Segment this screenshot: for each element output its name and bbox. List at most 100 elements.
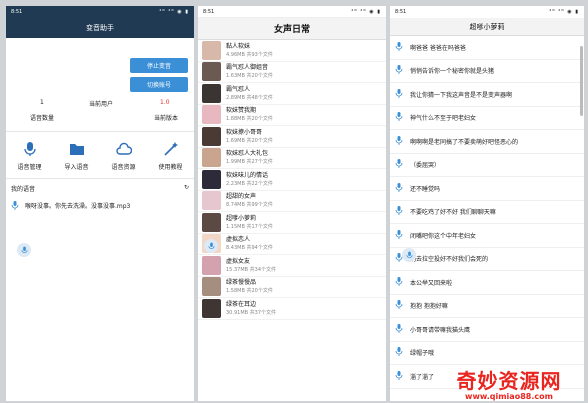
mic-icon [208, 242, 214, 249]
phrase-text: 神气什么不至于吧老妇女 [410, 115, 477, 123]
status-time: 8:51 [395, 9, 407, 15]
pack-meta: 30.91MB 共37个文件 [226, 309, 277, 316]
phrase-list-item[interactable]: 神气什么不至于吧老妇女 [390, 107, 584, 130]
pack-meta: 1.63MB 共20个文件 [226, 73, 273, 80]
floating-mic-button[interactable] [204, 239, 218, 253]
phrase-list-item[interactable]: 我让你猜一下我这声音是不是变声器啊 [390, 83, 584, 107]
phrase-list-item[interactable]: 啊爸爸 爸爸在吗爸爸 [390, 36, 584, 60]
status-bar: 8:51 ⁴ᴳ ⁴ᴳ ◉ ▮ [390, 6, 584, 18]
pack-meta: 15.37MB 共34个文件 [226, 266, 277, 273]
pack-list-item[interactable]: 霸气怼人御姐音 1.63MB 共20个文件 [198, 62, 386, 83]
avatar [202, 83, 221, 103]
page-title: 女声日常 [198, 18, 386, 40]
status-icons: ⁴ᴳ ⁴ᴳ ◉ ▮ [351, 8, 381, 15]
pack-list-item[interactable]: 软妹味儿的情话 2.23MB 共22个文件 [198, 169, 386, 191]
pack-name: 超甜的女声 [226, 193, 257, 201]
app-title: 变音助手 [6, 18, 194, 38]
voice-list-item[interactable]: 喉呀没事。你先去洗澡。没事没事.mp3 [11, 201, 189, 210]
avatar [202, 62, 221, 82]
mic-icon [395, 276, 403, 288]
pack-meta: 1.15MB 共17个文件 [226, 223, 273, 230]
pack-list-item[interactable]: 软妹撩小哥哥 1.69MB 共20个文件 [198, 126, 386, 148]
pack-name: 霸气怼人 [226, 85, 251, 93]
pack-meta: 8.43MB 共94个文件 [226, 245, 273, 252]
phrase-list-item[interactable]: 还不睡觉吗 [390, 177, 584, 201]
mic-icon [395, 370, 403, 382]
phrase-list-item[interactable]: 抱抱 抱抱好嘛 [390, 295, 584, 318]
phrase-text: 本公举又回来啦 [410, 279, 453, 287]
phrase-text: 啊啊啊是老同搞了不要卖萌好吧怪恶心的 [410, 138, 519, 146]
tool-voice-resources[interactable]: 语音资源 [103, 141, 145, 171]
phrase-list-item[interactable]: （委屈哭） [390, 154, 584, 177]
avatar [202, 148, 221, 168]
phrase-list-item[interactable]: 悄悄告诉你一个秘密你就是头猪 [390, 60, 584, 83]
phrase-text: 悄悄告诉你一个秘密你就是头猪 [410, 68, 495, 76]
mic-icon [395, 229, 403, 241]
pack-name: 虚拟恋人 [226, 236, 251, 244]
phrase-list: 啊爸爸 爸爸在吗爸爸悄悄告诉你一个秘密你就是头猪我让你猜一下我这声音是不是变声器… [390, 36, 584, 389]
pack-name: 虚拟女友 [226, 257, 251, 265]
pack-list-item[interactable]: 软妹怼人大礼包 1.99MB 共27个文件 [198, 148, 386, 169]
mic-icon [21, 246, 27, 253]
pack-name: 绿茶在耳边 [226, 300, 257, 308]
pack-list-item[interactable]: 虚拟恋人 8.43MB 共94个文件 [198, 234, 386, 255]
avatar [202, 255, 221, 275]
phrase-text: 我让你猜一下我这声音是不是变声器啊 [410, 91, 513, 99]
pack-list-item[interactable]: 软妹赞我期 1.88MB 共20个文件 [198, 105, 386, 126]
refresh-icon[interactable]: ↻ [184, 184, 189, 193]
pack-meta: 4.96MB 共93个文件 [226, 51, 273, 58]
phrase-list-item[interactable]: 绿帽子哦 [390, 342, 584, 365]
tool-tutorial[interactable]: 使用教程 [150, 141, 192, 171]
tool-voice-manage[interactable]: 语音管理 [9, 141, 51, 171]
pack-list-item[interactable]: 霸气怼人 2.89MB 共48个文件 [198, 83, 386, 105]
status-time: 8:51 [203, 8, 215, 15]
version-label: 当前版本 [154, 115, 179, 122]
mic-icon [395, 135, 403, 147]
scrollbar[interactable] [580, 46, 583, 116]
phrase-list-item[interactable]: 啊啊啊是老同搞了不要卖萌好吧怪恶心的 [390, 130, 584, 154]
mic-icon [395, 300, 403, 311]
phrase-text: 抱抱 抱抱好嘛 [410, 303, 448, 311]
pack-name: 软妹味儿的情话 [226, 171, 269, 179]
pack-meta: 1.88MB 共20个文件 [226, 116, 273, 123]
phrase-list-item[interactable]: 小哥哥请带嘛我猫头鹰 [390, 318, 584, 342]
pack-list-item[interactable]: 虚拟女友 15.37MB 共34个文件 [198, 255, 386, 277]
tool-label: 导入语音 [64, 164, 89, 171]
status-icons: ⁴ᴳ ⁴ᴳ ◉ ▮ [549, 9, 579, 15]
floating-mic-button[interactable] [402, 248, 416, 262]
tool-import-voice[interactable]: 导入语音 [56, 141, 98, 171]
pack-name: 软妹撩小哥哥 [226, 128, 263, 136]
phrase-text: 绿帽子哦 [410, 350, 435, 358]
phrase-list-item[interactable]: 不要吃鸡了好不好 我们聊聊天嘛 [390, 201, 584, 224]
status-bar: 8:51 ⁴ᴳ ⁴ᴳ ◉ ▮ [6, 6, 194, 18]
switch-account-button[interactable]: 切换账号 [130, 77, 188, 92]
floating-mic-button[interactable] [17, 243, 31, 257]
phrase-list-item[interactable]: 本公举又回来啦 [390, 271, 584, 295]
phrase-list-item[interactable]: 别去拉空投好不好我们会死的 [390, 248, 584, 271]
stop-voice-change-button[interactable]: 停止变音 [130, 58, 188, 73]
pack-name: 软妹赞我期 [226, 107, 257, 115]
voice-count-label: 语音数量 [30, 115, 55, 122]
mic-icon [11, 201, 19, 210]
mic-icon [395, 41, 403, 53]
pack-meta: 1.69MB 共20个文件 [226, 137, 273, 144]
avatar [202, 212, 221, 232]
avatar [202, 169, 221, 189]
phrase-list-item[interactable]: 闭嘴吧你这个中年老妇女 [390, 224, 584, 248]
version-value: 1.0 [160, 99, 170, 106]
mic-icon [395, 347, 403, 358]
phone-screen-pack-list: 8:51 ⁴ᴳ ⁴ᴳ ◉ ▮ 女声日常 黏人软妹 4.96MB 共93个文件 霸气怼人… [198, 6, 386, 401]
page-title: 超嗲小萝莉 [390, 18, 584, 36]
cloud-icon [115, 142, 132, 155]
status-icons: ⁴ᴳ ⁴ᴳ ◉ ▮ [159, 9, 189, 15]
avatar [202, 298, 221, 318]
pack-list-item[interactable]: 超嗲小萝莉 1.15MB 共17个文件 [198, 212, 386, 234]
pack-list-item[interactable]: 黏人软妹 4.96MB 共93个文件 [198, 40, 386, 62]
pack-list-item[interactable]: 绿茶慢慢品 1.58MB 共20个文件 [198, 277, 386, 298]
pack-name: 黏人软妹 [226, 42, 251, 50]
phone-screen-phrase-list: 8:51 ⁴ᴳ ⁴ᴳ ◉ ▮ 超嗲小萝莉 啊爸爸 爸爸在吗爸爸悄悄告诉你一个秘密你… [390, 6, 584, 401]
pack-list-item[interactable]: 超甜的女声 8.74MB 共99个文件 [198, 191, 386, 212]
pack-list-item[interactable]: 绿茶在耳边 30.91MB 共37个文件 [198, 298, 386, 320]
pack-name: 绿茶慢慢品 [226, 279, 257, 287]
pack-meta: 2.89MB 共48个文件 [226, 94, 273, 101]
